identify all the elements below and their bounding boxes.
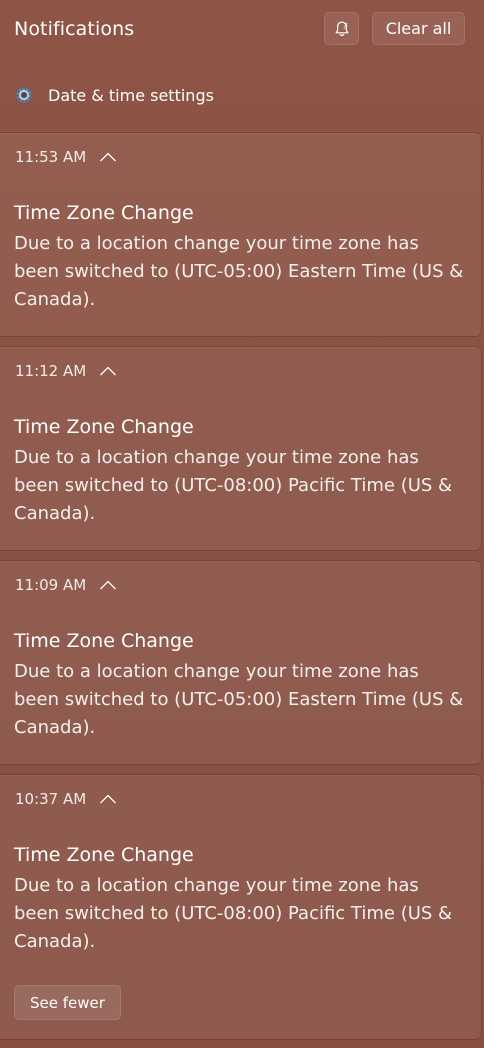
notification-title: Time Zone Change <box>14 844 194 866</box>
chevron-up-icon[interactable] <box>98 364 118 378</box>
notification-center-header: Notifications z z Clear all <box>0 0 484 62</box>
notification-time: 11:12 AM <box>15 362 87 380</box>
chevron-up-icon[interactable] <box>98 578 118 592</box>
notification-time: 10:37 AM <box>15 790 87 808</box>
svg-text:z: z <box>345 21 348 26</box>
clear-all-button[interactable]: Clear all <box>372 12 465 45</box>
group-label: Date & time settings <box>48 85 214 105</box>
notification-time: 11:53 AM <box>15 148 87 166</box>
notification-title: Time Zone Change <box>14 630 194 652</box>
notification-card[interactable]: 11:12 AM Time Zone Change Due to a locat… <box>0 346 482 551</box>
notification-body: Due to a location change your time zone … <box>14 661 464 738</box>
chevron-up-icon[interactable] <box>98 150 118 164</box>
notification-body: Due to a location change your time zone … <box>14 233 464 310</box>
notification-body: Due to a location change your time zone … <box>14 447 453 524</box>
notification-time-row: 11:09 AM <box>15 576 118 594</box>
gear-icon <box>14 85 34 105</box>
notification-time-row: 10:37 AM <box>15 790 118 808</box>
notification-body: Due to a location change your time zone … <box>14 875 453 952</box>
panel-title: Notifications <box>14 18 135 40</box>
notification-card[interactable]: 11:53 AM Time Zone Change Due to a locat… <box>0 132 482 337</box>
do-not-disturb-button[interactable]: z z <box>324 12 359 45</box>
notification-time-row: 11:53 AM <box>15 148 118 166</box>
notification-time: 11:09 AM <box>15 576 87 594</box>
notification-card[interactable]: 11:09 AM Time Zone Change Due to a locat… <box>0 560 482 765</box>
notification-time-row: 11:12 AM <box>15 362 118 380</box>
group-header-date-time-settings[interactable]: Date & time settings <box>14 83 214 107</box>
notification-card[interactable]: 10:37 AM Time Zone Change Due to a locat… <box>0 774 482 1040</box>
chevron-up-icon[interactable] <box>98 792 118 806</box>
see-fewer-button[interactable]: See fewer <box>14 985 121 1020</box>
notification-title: Time Zone Change <box>14 202 194 224</box>
notification-title: Time Zone Change <box>14 416 194 438</box>
snooze-bell-icon: z z <box>335 21 348 36</box>
